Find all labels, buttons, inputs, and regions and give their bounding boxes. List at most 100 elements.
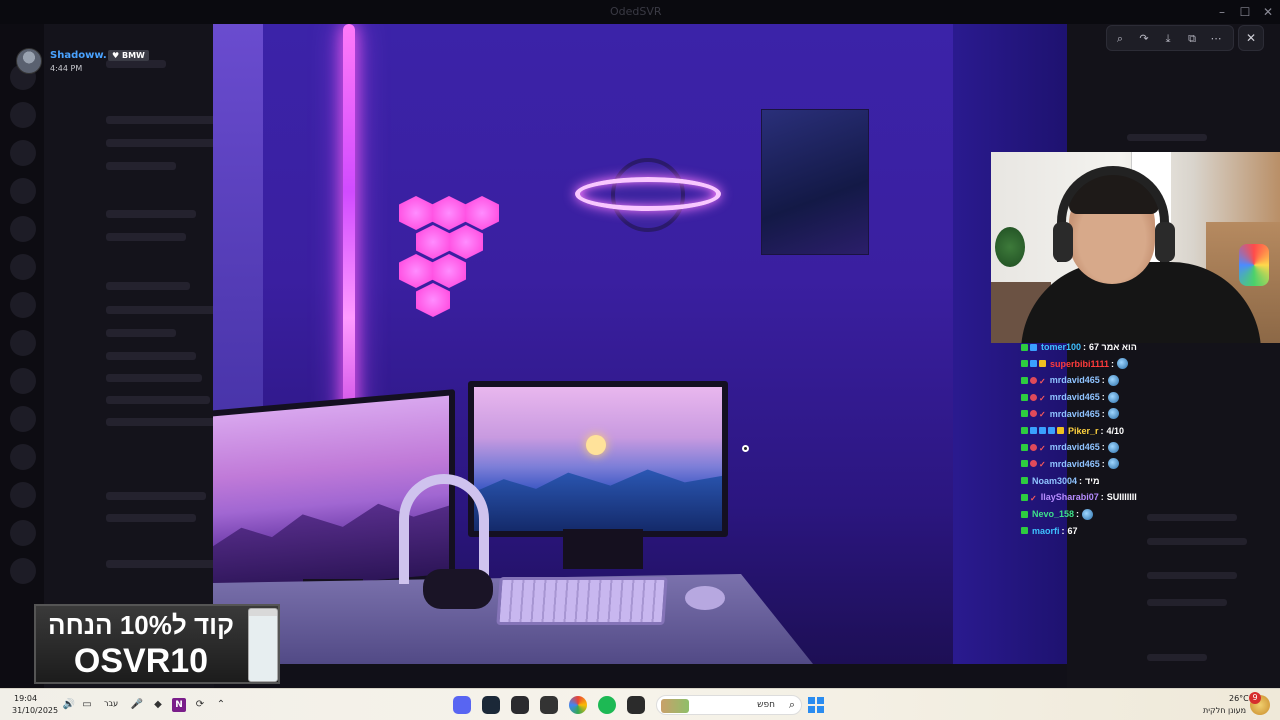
search-label: חפש [757, 700, 775, 710]
chat-username[interactable]: mrdavid465 [1050, 459, 1100, 469]
chat-badge-icon [1021, 410, 1028, 418]
led-light-strip [343, 24, 355, 444]
chat-username[interactable]: Noam3004 [1032, 476, 1077, 486]
member-item [1147, 654, 1207, 661]
steam-taskbar-icon[interactable] [482, 696, 500, 714]
chat-username[interactable]: IlaySharabi07 [1041, 492, 1099, 502]
server-icon [10, 558, 36, 584]
channel-item [106, 139, 216, 147]
game-controller [423, 569, 493, 609]
close-viewer-button[interactable]: ✕ [1238, 25, 1264, 51]
discord-taskbar-icon[interactable] [453, 696, 471, 714]
volume-icon[interactable]: 🔊 [62, 698, 76, 712]
zoom-icon[interactable]: ⌕ [1111, 30, 1129, 48]
chat-username[interactable]: mrdavid465 [1050, 442, 1100, 452]
headset [399, 474, 489, 584]
username[interactable]: Shadoww. [50, 50, 107, 61]
window-title: OdedSVR [610, 5, 662, 18]
chat-message: superbibi1111: [1021, 356, 1129, 372]
server-icon [10, 330, 36, 356]
app-taskbar-icon[interactable] [540, 696, 558, 714]
forward-icon[interactable]: ↷ [1135, 30, 1153, 48]
taskbar-search[interactable]: חפש ⌕ [656, 695, 802, 715]
chat-username[interactable]: mrdavid465 [1050, 375, 1100, 385]
maximize-icon[interactable]: ☐ [1236, 3, 1254, 21]
server-icon [10, 216, 36, 242]
language-indicator[interactable]: עבר [104, 699, 118, 708]
headphone-earcup [1053, 222, 1073, 262]
chat-badge-icon [1021, 360, 1028, 368]
app-taskbar-icon[interactable] [511, 696, 529, 714]
perfume-bottle-image [248, 608, 278, 682]
server-icon [10, 406, 36, 432]
channel-item [106, 329, 176, 337]
clock-time[interactable]: 19:04 [14, 694, 37, 703]
emote-icon [1107, 374, 1119, 386]
chat-username[interactable]: maorfi [1032, 526, 1060, 536]
right-monitor [468, 381, 728, 537]
chat-separator: : [1100, 492, 1104, 503]
weather-description[interactable]: מעונן חלקית [1203, 706, 1246, 715]
chat-message: Noam3004: מיד [1021, 473, 1100, 489]
spotify-taskbar-icon[interactable] [598, 696, 616, 714]
chat-username[interactable]: Piker_r [1068, 426, 1099, 436]
chat-message: Piker_r:4/10 [1021, 423, 1124, 439]
weather-temperature[interactable]: 26°C [1229, 694, 1249, 703]
network-icon[interactable]: ▭ [80, 698, 94, 712]
promo-code: OSVR10 [73, 642, 209, 680]
server-icon [10, 520, 36, 546]
neon-ring [575, 177, 721, 211]
user-tag: ♥ BMW [108, 50, 149, 61]
chat-badge-icon [1030, 460, 1037, 468]
server-icon [10, 102, 36, 128]
promo-text: קוד ל10% הנחה [48, 610, 234, 640]
sync-icon[interactable]: ⟳ [193, 698, 207, 712]
server-icon [10, 254, 36, 280]
microphone-icon[interactable]: 🎤 [130, 698, 144, 712]
hex-light [449, 225, 483, 259]
monitor-stand [563, 529, 643, 569]
chrome-taskbar-icon[interactable] [569, 696, 587, 714]
chat-username[interactable]: mrdavid465 [1050, 409, 1100, 419]
chat-message: ✓ mrdavid465: [1021, 456, 1119, 472]
open-external-icon[interactable]: ⧉ [1183, 30, 1201, 48]
chat-badge-icon [1030, 360, 1037, 368]
poster [761, 109, 869, 255]
search-highlight-image [661, 699, 689, 713]
chat-badge-icon [1021, 443, 1028, 451]
download-icon[interactable]: ⤓ [1159, 30, 1177, 48]
more-icon[interactable]: ⋯ [1207, 30, 1225, 48]
chat-username[interactable]: superbibi1111 [1050, 359, 1109, 369]
onenote-icon[interactable]: N [172, 698, 186, 712]
notification-badge: 9 [1249, 692, 1261, 704]
chat-badge-icon [1039, 360, 1046, 368]
chat-badge-icon [1030, 443, 1037, 451]
chat-username[interactable]: mrdavid465 [1050, 392, 1100, 402]
avatar[interactable] [16, 48, 42, 74]
chevron-up-icon[interactable]: ⌃ [214, 698, 228, 712]
chat-username[interactable]: Nevo_158 [1032, 509, 1074, 519]
member-item [1147, 572, 1237, 579]
windows-taskbar: 19:04 31/10/2025 🔊 ▭ עבר 🎤 ◆ N ⟳ ⌃ חפש ⌕… [0, 688, 1280, 720]
channel-item [106, 210, 196, 218]
stream-chat: tomer100: הוא אמר 67 superbibi1111: ✓ mrdavi… [1021, 339, 1221, 539]
chat-badge-icon: ✓ [1039, 410, 1046, 420]
app-taskbar-icon[interactable] [627, 696, 645, 714]
app-tray-icon[interactable]: ◆ [151, 698, 165, 712]
hex-light [432, 254, 466, 288]
emote-icon [1107, 391, 1119, 403]
chat-badge-icon [1021, 493, 1028, 501]
start-icon[interactable] [808, 697, 824, 713]
channel-list [44, 24, 226, 688]
chat-badge-icon [1048, 427, 1055, 434]
chat-username[interactable]: tomer100 [1041, 342, 1081, 352]
minimize-icon[interactable]: – [1213, 3, 1231, 21]
chat-separator: : [1061, 525, 1065, 536]
window-close-icon[interactable]: ✕ [1259, 3, 1277, 21]
channel-item [106, 374, 202, 382]
chat-badge-icon [1021, 376, 1028, 384]
chat-badge-icon [1021, 343, 1028, 351]
clock-date[interactable]: 31/10/2025 [12, 706, 58, 715]
hex-light [399, 254, 433, 288]
chat-text: הוא אמר 67 [1089, 342, 1137, 352]
